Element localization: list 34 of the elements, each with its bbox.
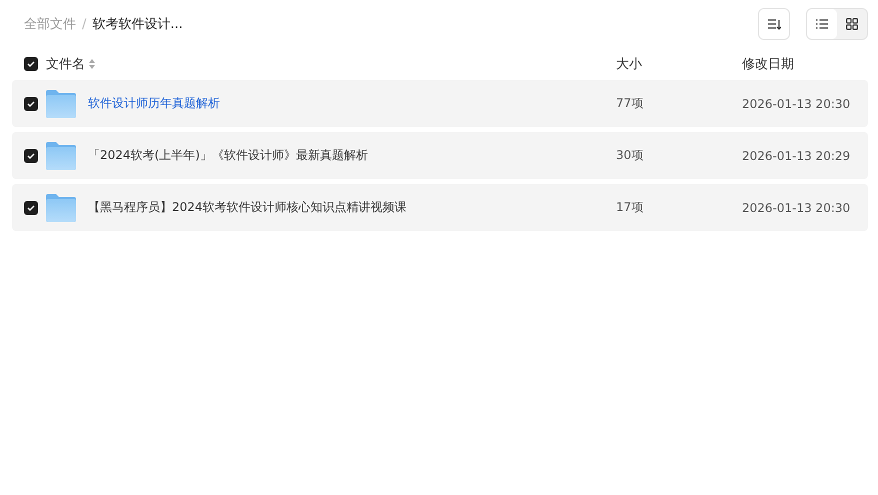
modified-date: 2026-01-13 20:29 (742, 148, 852, 162)
grid-icon (846, 18, 858, 30)
list-icon (816, 19, 828, 29)
file-name[interactable]: 「2024软考(上半年)」《软件设计师》最新真题解析 (88, 147, 616, 164)
list-view-button[interactable] (807, 9, 837, 39)
column-header: 修改日期 (742, 56, 795, 73)
check-icon (27, 152, 35, 160)
file-size: 30项 (616, 147, 644, 164)
breadcrumb-separator: / (82, 16, 86, 32)
select-all-checkbox[interactable] (24, 57, 38, 71)
modified-date: 2026-01-13 20:30 (742, 200, 852, 214)
row-checkbox[interactable] (24, 200, 38, 214)
folder-icon (46, 90, 76, 118)
folder-icon (46, 194, 76, 222)
modified-date: 2026-01-13 20:30 (742, 96, 852, 110)
file-row[interactable]: 软件设计师历年真题解析 77项 2026-01-13 20:30 (12, 80, 868, 127)
breadcrumb-item[interactable]: 软考软件设计... (92, 15, 183, 33)
row-checkbox[interactable] (24, 148, 38, 162)
column-header[interactable]: 文件名 (46, 55, 85, 73)
check-icon (27, 60, 35, 68)
column-header: 大小 (616, 56, 643, 73)
file-row[interactable]: 「2024软考(上半年)」《软件设计师》最新真题解析 30项 2026-01-13 20:29 (12, 132, 868, 179)
file-size: 17项 (616, 199, 644, 216)
row-checkbox[interactable] (24, 96, 38, 110)
check-icon (27, 204, 35, 212)
sort-icon (768, 18, 780, 30)
file-name[interactable]: 软件设计师历年真题解析 (88, 95, 616, 112)
file-name[interactable]: 【黑马程序员】2024软考软件设计师核心知识点精讲视频课 (88, 199, 616, 216)
sort-button[interactable] (758, 8, 790, 40)
file-size: 77项 (616, 95, 644, 112)
file-row[interactable]: 【黑马程序员】2024软考软件设计师核心知识点精讲视频课 17项 2026-01-13 20:30 (12, 184, 868, 231)
check-icon (27, 100, 35, 108)
folder-icon (46, 142, 76, 170)
sort-icon (89, 59, 95, 69)
